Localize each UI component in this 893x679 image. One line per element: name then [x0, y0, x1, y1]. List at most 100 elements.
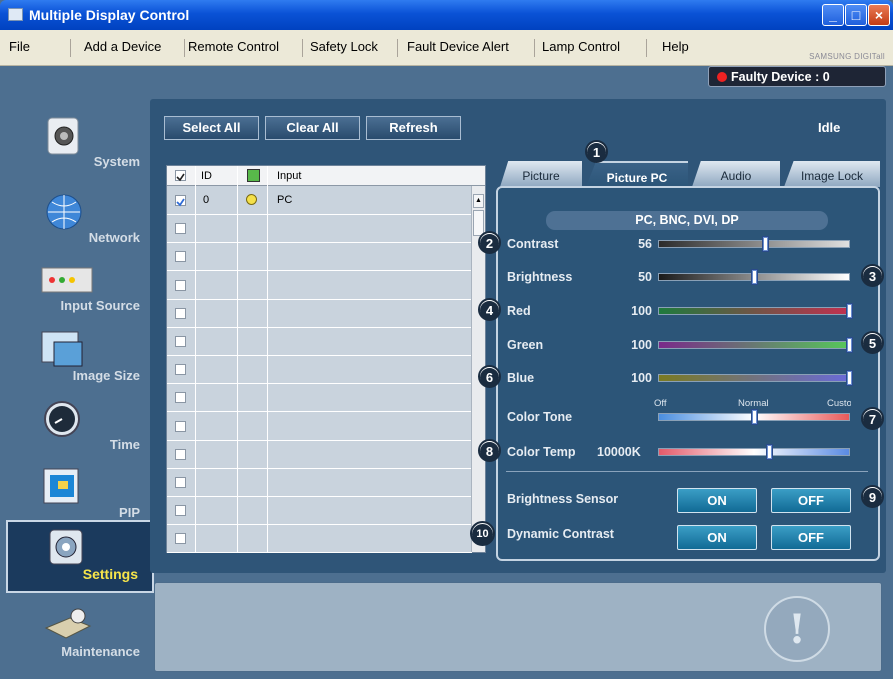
dynamic-contrast-on-button[interactable]: ON	[677, 525, 757, 550]
row-checkbox[interactable]	[175, 307, 186, 319]
callout-9: 9	[861, 485, 884, 508]
row-checkbox[interactable]	[175, 505, 186, 517]
green-slider-handle[interactable]	[846, 337, 853, 353]
pip-icon	[43, 468, 79, 504]
status-label: Idle	[818, 120, 841, 135]
menu-remote-control[interactable]: Remote Control	[188, 39, 279, 54]
device-table: ID Input 0 PC ▲	[166, 165, 486, 554]
table-row[interactable]	[167, 469, 472, 497]
row-checkbox[interactable]	[175, 364, 186, 376]
table-row[interactable]	[167, 243, 472, 272]
tab-picture[interactable]: Picture	[500, 161, 582, 187]
table-row[interactable]	[167, 272, 472, 300]
blue-slider-handle[interactable]	[846, 370, 853, 386]
power-icon	[247, 169, 260, 182]
row-checkbox[interactable]	[175, 336, 186, 347]
row-checkbox[interactable]	[175, 392, 186, 404]
red-slider-handle[interactable]	[846, 303, 853, 319]
scroll-up-icon[interactable]: ▲	[473, 194, 484, 208]
brightness-value: 50	[638, 270, 652, 284]
table-row[interactable]	[167, 215, 472, 244]
color-temp-slider-handle[interactable]	[766, 444, 774, 460]
select-all-checkbox[interactable]	[175, 170, 186, 182]
menu-fault-device-alert[interactable]: Fault Device Alert	[407, 39, 509, 54]
table-row[interactable]	[167, 384, 472, 413]
window-title: Multiple Display Control	[29, 7, 190, 23]
brightness-slider[interactable]	[658, 269, 850, 285]
row-checkbox[interactable]	[175, 420, 186, 432]
tone-tick-normal: Normal	[738, 398, 769, 409]
header-input: Input	[277, 170, 302, 182]
row-checkbox[interactable]	[175, 279, 186, 291]
color-temp-label: Color Temp	[507, 445, 576, 459]
table-row[interactable]	[167, 525, 472, 554]
dynamic-contrast-off-button[interactable]: OFF	[771, 525, 851, 550]
maintenance-icon	[44, 608, 92, 639]
row-checkbox[interactable]	[175, 533, 186, 545]
blue-slider[interactable]	[658, 370, 853, 386]
nav-label: Settings	[82, 566, 138, 582]
close-button[interactable]: ×	[868, 4, 890, 26]
menu-safety-lock[interactable]: Safety Lock	[310, 39, 378, 54]
tone-tick-off: Off	[654, 398, 667, 409]
maximize-button[interactable]: □	[845, 4, 867, 26]
nav-settings[interactable]: Settings	[6, 520, 154, 593]
tab-audio[interactable]: Audio	[692, 161, 780, 187]
nav-maintenance[interactable]: Maintenance	[6, 600, 154, 668]
callout-5: 5	[861, 331, 884, 354]
faulty-device-label: Faulty Device : 0	[731, 70, 830, 84]
contrast-slider-handle[interactable]	[762, 236, 770, 252]
nav-label: PIP	[119, 505, 140, 520]
tab-picture-pc[interactable]: Picture PC	[586, 161, 688, 187]
select-all-button[interactable]: Select All	[164, 116, 259, 140]
clear-all-button[interactable]: Clear All	[265, 116, 360, 140]
source-header: PC, BNC, DVI, DP	[546, 211, 828, 230]
table-row[interactable]: 0 PC	[167, 187, 472, 215]
menu-file[interactable]: File	[9, 39, 30, 54]
nav-pip[interactable]: PIP	[6, 461, 154, 529]
menu-help[interactable]: Help	[662, 39, 689, 54]
refresh-button[interactable]: Refresh	[366, 116, 461, 140]
red-label: Red	[507, 304, 531, 318]
nav-label: Network	[88, 230, 140, 245]
row-checkbox[interactable]	[175, 477, 186, 488]
nav-image-size[interactable]: Image Size	[6, 324, 154, 392]
table-row[interactable]	[167, 497, 472, 526]
row-checkbox[interactable]	[175, 448, 186, 460]
brightness-sensor-on-button[interactable]: ON	[677, 488, 757, 513]
minimize-button[interactable]: _	[822, 4, 844, 26]
brightness-sensor-label: Brightness Sensor	[507, 492, 619, 506]
table-row[interactable]	[167, 413, 472, 441]
color-temp-slider[interactable]	[658, 444, 850, 460]
brightness-sensor-off-button[interactable]: OFF	[771, 488, 851, 513]
contrast-value: 56	[638, 237, 652, 251]
nav-input-source[interactable]: Input Source	[6, 254, 154, 322]
green-label: Green	[507, 338, 544, 352]
row-checkbox[interactable]	[175, 195, 186, 207]
callout-3: 3	[861, 264, 884, 287]
brightness-slider-handle[interactable]	[751, 269, 758, 285]
color-tone-slider[interactable]	[658, 409, 850, 425]
exclamation-icon: !	[764, 596, 830, 662]
red-slider[interactable]	[658, 303, 853, 319]
row-checkbox[interactable]	[175, 251, 186, 263]
table-row[interactable]	[167, 356, 472, 385]
green-slider[interactable]	[658, 337, 853, 353]
table-row[interactable]	[167, 441, 472, 469]
color-tone-slider-handle[interactable]	[751, 409, 758, 425]
nav-time[interactable]: Time	[6, 393, 154, 461]
menu-lamp-control[interactable]: Lamp Control	[542, 39, 620, 54]
table-row[interactable]	[167, 300, 472, 328]
callout-4: 4	[478, 298, 501, 321]
nav-system[interactable]: System	[6, 110, 154, 178]
tab-image-lock[interactable]: Image Lock	[784, 161, 880, 187]
nav-network[interactable]: Network	[6, 186, 154, 254]
row-checkbox[interactable]	[175, 223, 186, 235]
menu-add-device[interactable]: Add a Device	[84, 39, 161, 54]
app-icon	[8, 8, 23, 21]
blue-label: Blue	[507, 371, 535, 385]
contrast-slider[interactable]	[658, 236, 850, 252]
system-icon	[47, 117, 79, 155]
table-row[interactable]	[167, 328, 472, 356]
brightness-label: Brightness	[507, 270, 573, 284]
